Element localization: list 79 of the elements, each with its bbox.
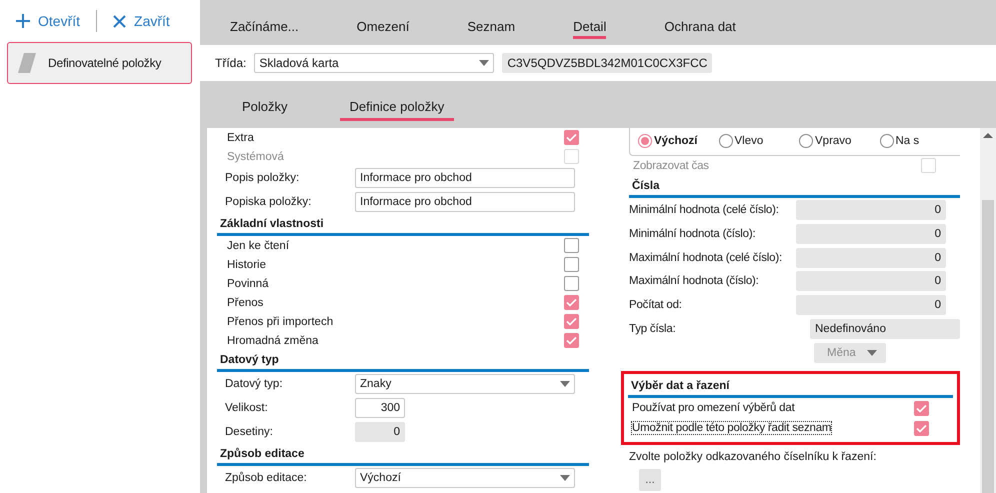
field-label: Minimální hodnota (číslo): [629,228,756,240]
subtab[interactable]: Položky [232,95,298,121]
dropdown-button: Měna [814,343,886,364]
dropdown-caret-icon [560,381,570,387]
checkbox[interactable] [564,295,579,310]
field-label: Minimální hodnota (celé číslo): [629,204,780,216]
subtab[interactable]: Definice položky [340,95,454,121]
radio-label: Vpravo [815,135,852,148]
radio-button[interactable] [799,134,813,148]
checkbox-label: Povinná [227,278,270,290]
tab[interactable]: Omezení [356,14,410,38]
field-label: Velikost: [225,402,269,414]
close-button[interactable]: Zavřít [109,6,174,36]
dropdown-caret-icon [560,475,570,481]
tab[interactable]: Začínáme... [230,14,299,38]
tab[interactable]: Detail [573,14,606,38]
checkbox[interactable] [564,130,579,145]
checkbox-label: Systémová [227,150,285,162]
input-field: Nedefinováno [810,319,960,340]
dropdown[interactable]: Znaky [355,374,575,394]
open-button[interactable]: Otevřít [12,6,84,36]
scrollbar[interactable] [980,128,996,493]
input-field: 0 [796,248,946,268]
ellipsis-button[interactable]: ... [639,468,661,491]
field-label: Typ čísla: [629,323,677,336]
checkbox-label: Extra [227,132,255,144]
checkbox-label: Umožnit podle této položky řadit seznam [632,422,832,434]
parallelogram-icon [18,53,36,73]
section-heading: Základní vlastnosti [217,214,589,236]
field-label: Popis položky: [225,172,300,184]
checkbox[interactable] [564,238,579,253]
tab[interactable]: Ochrana dat [664,14,736,38]
checkbox-label: Zobrazovat čas [633,160,710,172]
field-label: Maximální hodnota (celé číslo): [629,252,783,264]
field-label: Desetiny: [225,426,274,438]
input-field: 0 [796,224,946,244]
checkbox[interactable] [564,276,579,291]
code-field: C3V5QDVZ5BDL342M01C0CX3FCC [502,53,712,73]
dropdown-caret-icon [867,350,877,356]
radio-label: Vlevo [734,135,764,148]
hint-text: Zvolte položky odkazovaného číselníku k řazení: [629,450,878,466]
checkbox[interactable] [914,420,929,436]
checkbox[interactable] [564,333,579,348]
radio-button[interactable] [718,134,732,148]
checkbox[interactable] [564,314,579,329]
input-field: 0 [355,422,405,442]
radio-label: Na s [896,135,920,148]
dropdown[interactable]: Výchozí [355,468,575,488]
field-label: Způsob editace: [225,472,308,484]
checkbox[interactable] [564,257,579,272]
close-icon [113,14,126,28]
checkbox-label: Historie [227,258,267,270]
tab[interactable]: Seznam [467,14,516,38]
field-label: Třída: [215,56,246,70]
section-heading: Výběr dat a řazení [628,376,953,398]
input-field: 0 [796,295,946,316]
field-label: Popiska položky: [225,196,312,208]
plus-icon [16,14,30,28]
checkbox-label: Jen ke čtení [227,240,290,252]
field-label: Datový typ: [225,378,284,390]
radio-label: Výchozí [654,135,698,148]
input-field[interactable]: Informace pro obchod [355,192,575,212]
checkbox-label: Používat pro omezení výběrů dat [632,402,795,414]
checkbox-label: Přenos [227,296,264,308]
checkbox-label: Hromadná změna [227,334,320,346]
input-field: 0 [796,200,946,220]
field-label: Maximální hodnota (číslo): [629,275,760,288]
dropdown-caret-icon [479,60,490,66]
radio-button[interactable] [638,134,652,148]
checkbox-label: Přenos při importech [227,316,334,328]
input-field: 0 [796,271,946,292]
dropdown[interactable]: Skladová karta [254,53,494,73]
field-label: Počítat od: [629,299,683,312]
checkbox[interactable] [914,400,929,416]
input-field[interactable]: Informace pro obchod [355,168,575,188]
sidebar-item[interactable]: Definovatelné položky [7,42,192,84]
input-field[interactable]: 300 [355,398,405,418]
radio-button[interactable] [880,134,894,148]
section-heading: Čísla [629,176,960,198]
